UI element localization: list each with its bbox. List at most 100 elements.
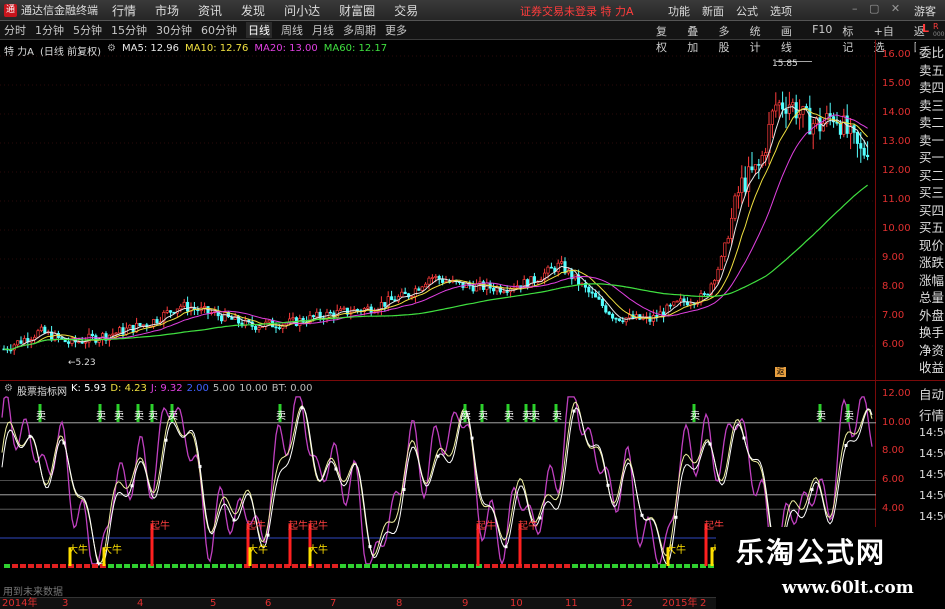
candle-body bbox=[774, 104, 778, 112]
menu-new-page[interactable]: 新面 bbox=[702, 3, 724, 19]
signal-band-segment bbox=[660, 564, 666, 568]
signal-band-segment bbox=[228, 564, 234, 568]
stock-name-title: 特 力A bbox=[600, 5, 634, 18]
menu-formula[interactable]: 公式 bbox=[736, 3, 758, 19]
candle-body bbox=[726, 238, 730, 244]
candle-body bbox=[730, 217, 734, 239]
menu-discover[interactable]: 发现 bbox=[241, 2, 265, 19]
menu-function[interactable]: 功能 bbox=[668, 3, 690, 19]
event-mark-icon[interactable]: 返 bbox=[775, 367, 786, 377]
indicator-gear-icon[interactable]: ⚙ bbox=[4, 383, 13, 398]
tab-5min[interactable]: 5分钟 bbox=[73, 22, 102, 38]
kline-panel[interactable]: 特 力A (日线 前复权) ⚙ MA5: 12.96 MA10: 12.76 M… bbox=[0, 40, 876, 380]
k-dot bbox=[470, 436, 474, 440]
login-status[interactable]: 证券交易未登录 特 力A bbox=[520, 3, 634, 19]
signal-band-segment bbox=[620, 564, 626, 568]
watermark-text: 乐淘公式网 bbox=[736, 536, 887, 569]
k-dot bbox=[538, 516, 542, 520]
candle-body bbox=[770, 110, 774, 125]
auto-quote-label: 14:50 bbox=[919, 447, 945, 460]
guest-label[interactable]: 游客 bbox=[914, 3, 936, 19]
signal-band-segment bbox=[420, 564, 426, 568]
quote-label: 买四 bbox=[919, 202, 945, 218]
ma60-label: MA60: 12.17 bbox=[323, 43, 388, 54]
price-tick: 15.00 bbox=[882, 78, 911, 89]
signal-band-segment bbox=[76, 564, 82, 568]
candle-body bbox=[607, 311, 611, 315]
signal-band-segment bbox=[388, 564, 394, 568]
tab-timeshare[interactable]: 分时 bbox=[4, 22, 26, 38]
candle-body bbox=[203, 306, 207, 309]
indicator-legend: ⚙ 股票指标网 K: 5.93 D: 4.23 J: 9.32 2.00 5.0… bbox=[4, 383, 316, 398]
tab-1min[interactable]: 1分钟 bbox=[35, 22, 64, 38]
app-logo-icon: 通 bbox=[4, 3, 17, 17]
settings-gear-icon[interactable]: ⚙ bbox=[107, 43, 116, 58]
k-dot bbox=[810, 488, 814, 492]
candle-body bbox=[254, 326, 258, 330]
tab-60min[interactable]: 60分钟 bbox=[201, 22, 237, 38]
quote-label: 卖一 bbox=[919, 132, 945, 148]
window-controls-icon[interactable]: – ▢ ✕ bbox=[852, 2, 904, 15]
quote-label: 卖五 bbox=[919, 62, 945, 78]
price-tick: 8.00 bbox=[882, 281, 905, 292]
candle-body bbox=[784, 108, 788, 114]
candle-body bbox=[685, 301, 689, 306]
menu-trade[interactable]: 交易 bbox=[394, 2, 418, 19]
candle-body bbox=[169, 310, 173, 313]
sell-signal-label: 卖 bbox=[530, 411, 540, 422]
candle-body bbox=[220, 315, 224, 322]
corner-stock-code[interactable]: L R 000025 bbox=[921, 21, 945, 40]
quote-label: 委比 bbox=[919, 45, 945, 60]
signal-band-segment bbox=[684, 564, 690, 568]
tab-more[interactable]: 更多 bbox=[385, 22, 407, 38]
menu-news[interactable]: 资讯 bbox=[198, 2, 222, 19]
price-tick: 12.00 bbox=[882, 165, 911, 176]
tab-weekly[interactable]: 周线 bbox=[281, 22, 303, 38]
signal-band-segment bbox=[596, 564, 602, 568]
start-bull-signal-label: 起牛 bbox=[246, 521, 266, 532]
price-tick: 6.00 bbox=[882, 339, 905, 350]
candle-body bbox=[342, 307, 346, 310]
main-title: 特 力A bbox=[4, 47, 35, 58]
candle-body bbox=[597, 296, 601, 300]
signal-band-segment bbox=[404, 564, 410, 568]
menu-wealth[interactable]: 财富圈 bbox=[339, 2, 375, 19]
k-dot bbox=[708, 442, 712, 446]
tab-30min[interactable]: 30分钟 bbox=[156, 22, 192, 38]
candle-body bbox=[855, 132, 859, 144]
signal-band-segment bbox=[268, 564, 274, 568]
tab-multi-period[interactable]: 多周期 bbox=[343, 22, 376, 38]
candle-body bbox=[475, 283, 479, 292]
candle-body bbox=[223, 312, 227, 322]
kline-chart[interactable] bbox=[0, 40, 876, 380]
signal-band-segment bbox=[348, 564, 354, 568]
future-data-note: 用到未来数据 bbox=[3, 587, 63, 598]
candle-body bbox=[328, 311, 332, 314]
menu-quotes[interactable]: 行情 bbox=[112, 2, 136, 19]
signal-band-segment bbox=[44, 564, 50, 568]
sell-signal-label: 卖 bbox=[844, 411, 854, 422]
menu-ask[interactable]: 问小达 bbox=[284, 2, 320, 19]
candle-body bbox=[546, 266, 550, 274]
signal-band-segment bbox=[364, 564, 370, 568]
tab-15min[interactable]: 15分钟 bbox=[111, 22, 147, 38]
candle-body bbox=[505, 291, 509, 293]
tab-daily[interactable]: 日线 bbox=[246, 22, 272, 38]
tab-monthly[interactable]: 月线 bbox=[312, 22, 334, 38]
menu-bar: 通 通达信金融终端 行情 市场 资讯 发现 问小达 财富圈 交易 证券交易未登录… bbox=[0, 0, 945, 21]
signal-band-segment bbox=[356, 564, 362, 568]
start-bull-signal-label: 起牛 bbox=[308, 521, 328, 532]
candle-body bbox=[617, 318, 621, 322]
sell-signal-label: 卖 bbox=[816, 411, 826, 422]
k-dot bbox=[164, 438, 168, 442]
candle-body bbox=[420, 286, 424, 291]
candle-body bbox=[621, 320, 625, 323]
menu-options[interactable]: 选项 bbox=[770, 3, 792, 19]
menu-market[interactable]: 市场 bbox=[155, 2, 179, 19]
candle-body bbox=[549, 266, 553, 269]
signal-band-segment bbox=[396, 564, 402, 568]
candle-body bbox=[118, 327, 122, 334]
candle-body bbox=[43, 326, 47, 334]
signal-band-segment bbox=[412, 564, 418, 568]
auto-quote-label: 14:50 bbox=[919, 489, 945, 502]
